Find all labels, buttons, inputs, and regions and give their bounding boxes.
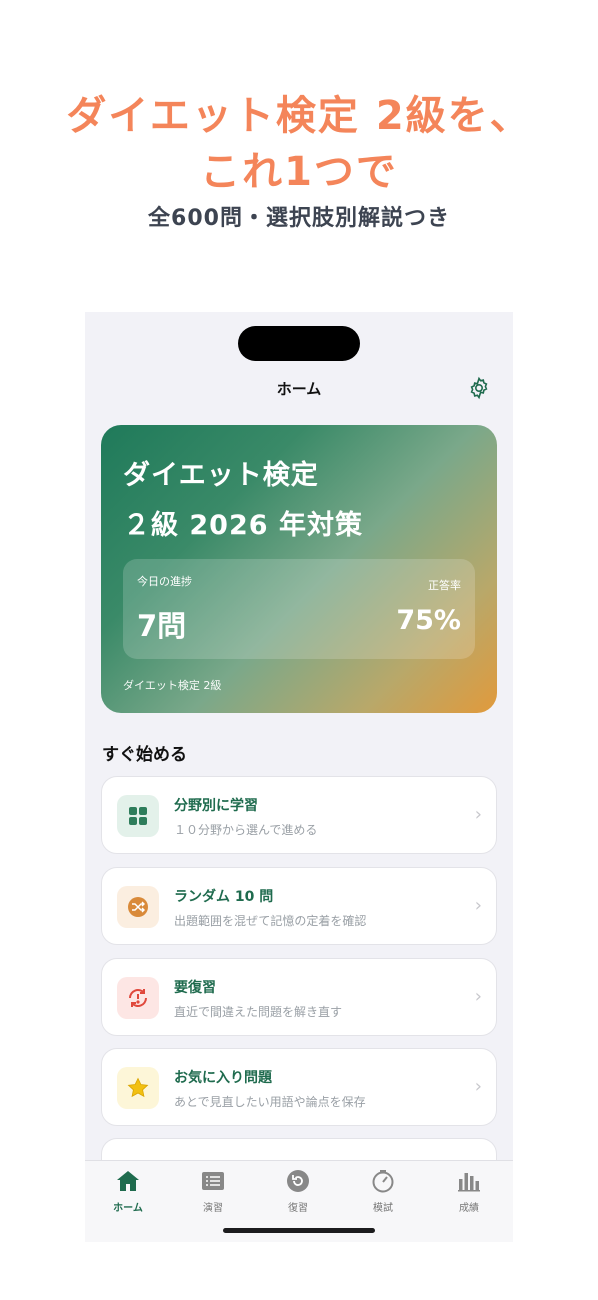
tab-mock-exam[interactable]: 模試: [353, 1169, 413, 1214]
review-alert-icon: [117, 977, 159, 1019]
bar-chart-icon: [458, 1173, 480, 1192]
tab-home[interactable]: ホーム: [98, 1169, 158, 1214]
chevron-right-icon: ›: [474, 986, 482, 1007]
star-icon: [117, 1067, 159, 1109]
tab-review[interactable]: 復習: [268, 1169, 328, 1214]
grid-icon: [117, 795, 159, 837]
tab-label: 復習: [288, 1203, 308, 1214]
category-study-card[interactable]: 分野別に学習 １０分野から選んで進める ›: [101, 776, 497, 854]
promo-headline: ダイエット検定 2級を、 これ1つで: [0, 88, 598, 200]
progress-label: 今日の進捗: [137, 575, 192, 588]
dynamic-island: [238, 326, 360, 361]
home-indicator: [223, 1228, 375, 1233]
home-icon: [117, 1171, 139, 1191]
chevron-right-icon: ›: [474, 1076, 482, 1097]
review-icon: [287, 1170, 309, 1192]
exam-level-label: ダイエット検定 2級: [123, 679, 222, 692]
tab-label: ホーム: [113, 1203, 143, 1214]
card-subtitle: あとで見直したい用語や論点を保存: [174, 1095, 366, 1109]
chevron-right-icon: ›: [474, 895, 482, 916]
gear-icon[interactable]: [467, 376, 491, 400]
exam-title: ダイエット検定 ２級 2026 年対策: [123, 451, 363, 551]
needs-review-card[interactable]: 要復習 直近で間違えた問題を解き直す ›: [101, 958, 497, 1036]
exam-title-line1: ダイエット検定: [123, 460, 319, 491]
card-title: お気に入り問題: [174, 1070, 272, 1086]
tab-label: 成績: [459, 1203, 479, 1214]
phone-screen: ホーム ダイエット検定 ２級 2026 年対策 今日の進捗 正答率 7問 75%…: [85, 312, 513, 1242]
shuffle-icon: [117, 886, 159, 928]
accuracy-value: 75%: [396, 605, 461, 636]
accuracy-label: 正答率: [428, 579, 461, 592]
page-title: ホーム: [276, 380, 322, 398]
card-subtitle: 出題範囲を混ぜて記憶の定着を確認: [174, 914, 367, 928]
promo-headline-line1: ダイエット検定 2級を、: [66, 93, 532, 139]
progress-value: 7問: [137, 609, 187, 643]
list-icon: [202, 1172, 224, 1190]
tab-practice[interactable]: 演習: [183, 1169, 243, 1214]
tab-label: 演習: [203, 1203, 223, 1214]
random-ten-card[interactable]: ランダム 10 問 出題範囲を混ぜて記憶の定着を確認 ›: [101, 867, 497, 945]
card-subtitle: １０分野から選んで進める: [174, 823, 318, 837]
promo-subheadline: 全600問・選択肢別解説つき: [148, 206, 450, 231]
card-title: 要復習: [174, 980, 216, 996]
quick-start-heading: すぐ始める: [102, 745, 187, 765]
promo-headline-line2: これ1つで: [200, 149, 398, 195]
favorites-card[interactable]: お気に入り問題 あとで見直したい用語や論点を保存 ›: [101, 1048, 497, 1126]
tab-label: 模試: [373, 1203, 393, 1214]
chevron-right-icon: ›: [474, 804, 482, 825]
tab-results[interactable]: 成績: [439, 1169, 499, 1214]
study-summary-card: ダイエット検定 ２級 2026 年対策 今日の進捗 正答率 7問 75% ダイエ…: [101, 425, 497, 713]
exam-title-line2: ２級 2026 年対策: [123, 510, 363, 541]
card-subtitle: 直近で間違えた問題を解き直す: [174, 1005, 343, 1019]
timer-icon: [372, 1170, 394, 1193]
card-title: 分野別に学習: [174, 798, 258, 814]
card-title: ランダム 10 問: [174, 889, 274, 905]
progress-panel: 今日の進捗 正答率 7問 75%: [123, 559, 475, 659]
